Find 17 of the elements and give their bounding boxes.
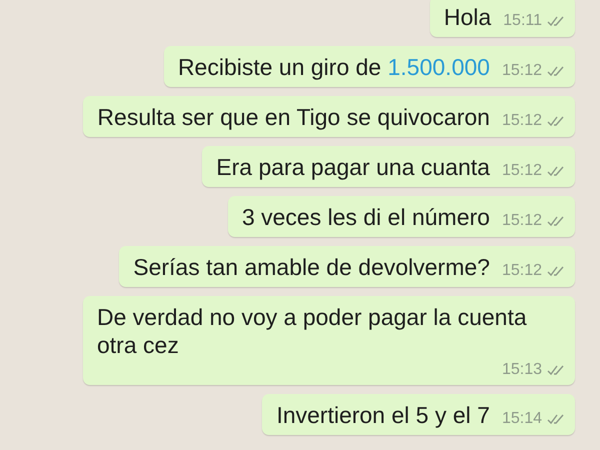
message-time: 15:12 — [502, 112, 542, 130]
message-text: Resulta ser que en Tigo se quivocaron — [97, 103, 490, 131]
message-text: 3 veces les di el número — [242, 203, 490, 231]
message-time: 15:12 — [502, 162, 542, 180]
message-time: 15:13 — [502, 361, 542, 379]
message-time: 15:12 — [502, 62, 542, 80]
message-time: 15:12 — [502, 262, 542, 280]
message-text: Hola — [444, 3, 492, 31]
message-text: De verdad no voy a poder pagar la cuenta otra cez — [97, 303, 528, 359]
message-time: 15:12 — [502, 212, 542, 230]
message-time: 15:11 — [503, 12, 542, 30]
message-text: Recibiste un giro de 1.500.000 — [178, 53, 490, 81]
amount-link[interactable]: 1.500.000 — [388, 54, 490, 80]
message-text: Era para pagar una cuanta — [216, 153, 490, 181]
message-text: Invertieron el 5 y el 7 — [276, 401, 490, 429]
message-text: Serías tan amable de devolverme? — [133, 253, 490, 281]
message-time: 15:14 — [502, 410, 542, 428]
